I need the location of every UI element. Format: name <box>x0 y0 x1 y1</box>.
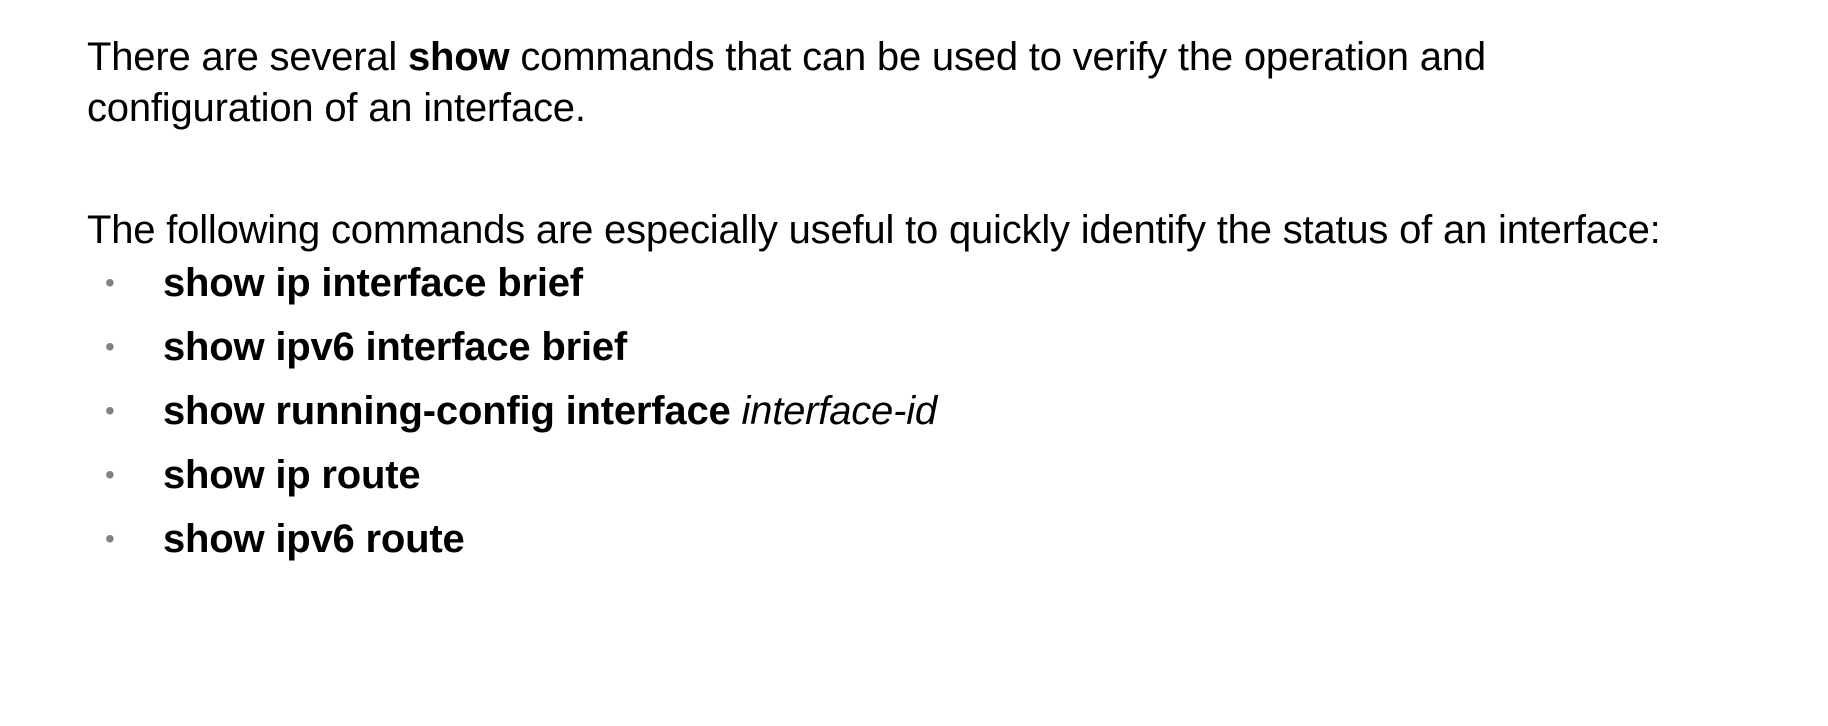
bullet-icon: • <box>105 459 115 490</box>
command-text: show ipv6 interface brief <box>163 325 628 369</box>
list-item: • show running-config interface interfac… <box>87 388 1807 434</box>
command-list: • show ip interface brief • show ipv6 in… <box>87 260 1807 562</box>
list-item: • show ip route <box>87 452 1807 498</box>
slide-content: There are several show commands that can… <box>87 32 1807 580</box>
bullet-icon: • <box>105 395 115 426</box>
command-parameter: interface-id <box>741 389 937 433</box>
bullet-icon: • <box>105 267 115 298</box>
intro-paragraph: There are several show commands that can… <box>87 32 1647 134</box>
bullet-icon: • <box>105 331 115 362</box>
second-paragraph: The following commands are especially us… <box>87 208 1661 252</box>
bullet-icon: • <box>105 523 115 554</box>
intro-text-before: There are several <box>87 35 408 79</box>
command-text: show ipv6 route <box>163 517 465 561</box>
command-text: show ip route <box>163 453 421 497</box>
intro-bold-word: show <box>408 35 510 79</box>
list-item: • show ipv6 interface brief <box>87 324 1807 370</box>
list-item: • show ip interface brief <box>87 260 1807 306</box>
command-text: show ip interface brief <box>163 261 583 305</box>
list-item: • show ipv6 route <box>87 516 1807 562</box>
command-text: show running-config interface <box>163 389 731 433</box>
